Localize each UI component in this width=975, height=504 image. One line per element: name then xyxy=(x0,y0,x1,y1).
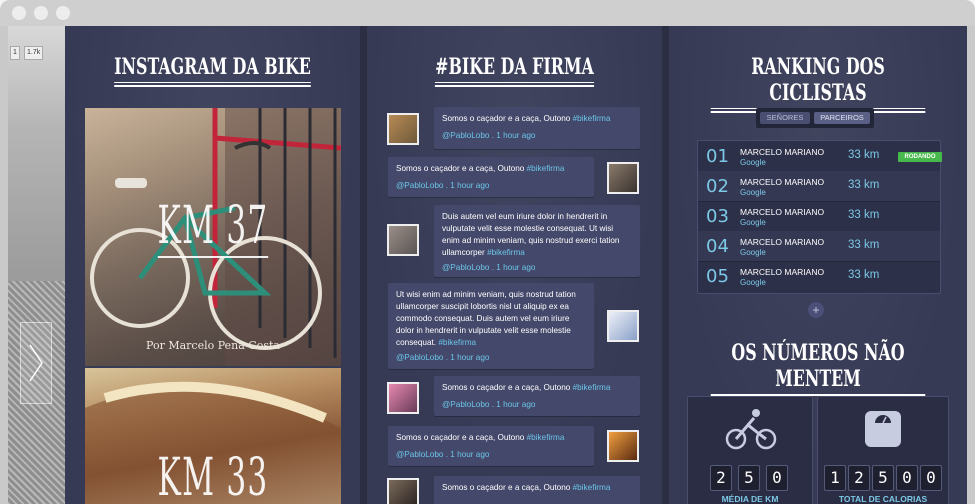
stat-label: TOTAL DE CALORIAS xyxy=(838,494,928,504)
feed-title: #BIKE DA FIRMA xyxy=(408,54,620,87)
stat-digit: 5 xyxy=(872,465,894,491)
ranking-row[interactable]: 04 MARCELO MARIANO Google 33 km xyxy=(698,231,940,262)
rank-position: 04 xyxy=(706,236,729,257)
ranking-panel: RANKING DOS CICLISTAS SEÑORES PARCEIROS … xyxy=(669,26,967,504)
instagram-panel: INSTAGRAM DA BIKE KM 37 Por Marcelo Pena… xyxy=(65,26,360,504)
background-photo xyxy=(8,26,65,281)
tweet-card: Duis autem vel eum iriure dolor in hendr… xyxy=(434,205,640,277)
stat-digit: 2 xyxy=(848,465,870,491)
rider-name: MARCELO MARIANO xyxy=(740,267,825,277)
window-close-button[interactable] xyxy=(12,6,26,20)
ranking-row[interactable]: 05 MARCELO MARIANO Google 33 km xyxy=(698,261,940,291)
user-avatar[interactable] xyxy=(607,430,639,462)
rider-company: Google xyxy=(740,218,766,227)
tab-parceiros[interactable]: PARCEIROS xyxy=(814,112,870,124)
rank-position: 02 xyxy=(706,176,729,197)
window-zoom-button[interactable] xyxy=(56,6,70,20)
stat-digit: 0 xyxy=(896,465,918,491)
prev-arrow-button[interactable] xyxy=(20,322,52,404)
rider-name: MARCELO MARIANO xyxy=(740,207,825,217)
rider-company: Google xyxy=(740,158,766,167)
tweet-card: Somos o caçador e a caça, Outono #bikefi… xyxy=(388,426,594,466)
user-avatar[interactable] xyxy=(387,113,419,145)
user-avatar[interactable] xyxy=(607,162,639,194)
tab-senores[interactable]: SEÑORES xyxy=(760,112,810,124)
stat-digit: 0 xyxy=(766,465,788,491)
tweet-card: Somos o caçador e a caça, Outono #bikefi… xyxy=(388,157,594,197)
instagram-title: INSTAGRAM DA BIKE xyxy=(106,54,318,87)
stat-average-km: 2 5 0 MÉDIA DE KM xyxy=(687,396,813,504)
status-badge: RODANDO xyxy=(898,152,942,162)
rider-km: 33 km xyxy=(848,269,880,281)
ranking-table: 01 MARCELO MARIANO Google 33 km RODANDO … xyxy=(697,140,942,294)
tweet-card: Somos o caçador e a caça, Outono #bikefi… xyxy=(434,107,640,149)
feed-panel: #BIKE DA FIRMA Somos o caçador e a caça,… xyxy=(367,26,662,504)
page-viewport: 1 1.7k INSTAGRAM DA BIKE KM 37 Por Marce… xyxy=(8,26,967,504)
instagram-photo[interactable]: KM 37 Por Marcelo Pena Costa xyxy=(85,108,341,366)
ranking-title: RANKING DOS CICLISTAS xyxy=(710,54,926,113)
browser-toolbar xyxy=(0,0,975,26)
count-badge: 1.7k xyxy=(24,46,44,60)
ranking-row[interactable]: 01 MARCELO MARIANO Google 33 km RODANDO xyxy=(698,141,942,172)
rank-position: 05 xyxy=(706,266,729,287)
stat-digit: 1 xyxy=(824,465,846,491)
chevron-right-icon xyxy=(29,344,43,382)
km-caption: KM 33 xyxy=(136,448,290,504)
stat-digit: 0 xyxy=(920,465,942,491)
rider-km: 33 km xyxy=(848,209,880,221)
user-avatar[interactable] xyxy=(607,310,639,342)
rider-name: MARCELO MARIANO xyxy=(740,237,825,247)
stat-total-calories: 1 2 5 0 0 TOTAL DE CALORIAS xyxy=(817,396,949,504)
rider-km: 33 km xyxy=(848,149,880,161)
stat-label: MÉDIA DE KM xyxy=(721,494,779,504)
rider-company: Google xyxy=(740,188,766,197)
rider-name: MARCELO MARIANO xyxy=(740,177,825,187)
tweet-card: Somos o caçador e a caça, Outono #bikefi… xyxy=(434,476,640,504)
browser-window: 1 1.7k INSTAGRAM DA BIKE KM 37 Por Marce… xyxy=(0,0,975,504)
photo-credit: Por Marcelo Pena Costa xyxy=(146,339,280,352)
instagram-photo[interactable]: KM 33 xyxy=(85,368,341,504)
count-badge: 1 xyxy=(10,46,20,60)
scale-icon xyxy=(865,411,901,447)
tweet-card: Somos o caçador e a caça, Outono #bikefi… xyxy=(434,376,640,416)
rider-company: Google xyxy=(740,248,766,257)
background-photo-strip: 1 1.7k xyxy=(8,26,65,504)
ranking-row[interactable]: 03 MARCELO MARIANO Google 33 km xyxy=(698,201,940,232)
km-caption: KM 37 xyxy=(157,196,269,258)
rank-position: 03 xyxy=(706,206,729,227)
window-minimize-button[interactable] xyxy=(34,6,48,20)
user-avatar[interactable] xyxy=(387,224,419,256)
rider-km: 33 km xyxy=(848,179,880,191)
rider-km: 33 km xyxy=(848,239,880,251)
ranking-row[interactable]: 02 MARCELO MARIANO Google 33 km xyxy=(698,171,940,202)
tweet-card: Ut wisi enim ad minim veniam, quis nostr… xyxy=(388,283,594,369)
stat-digit: 5 xyxy=(738,465,760,491)
stat-digit: 2 xyxy=(710,465,732,491)
user-avatar[interactable] xyxy=(387,478,419,504)
ranking-tabs: SEÑORES PARCEIROS xyxy=(756,108,874,128)
show-more-button[interactable]: + xyxy=(808,302,824,318)
cyclist-icon xyxy=(725,409,777,450)
rank-position: 01 xyxy=(706,146,729,167)
numbers-title: OS NÚMEROS NÃO MENTEM xyxy=(710,340,926,396)
user-avatar[interactable] xyxy=(387,382,419,414)
rider-name: MARCELO MARIANO xyxy=(740,147,825,157)
rider-company: Google xyxy=(740,278,766,287)
